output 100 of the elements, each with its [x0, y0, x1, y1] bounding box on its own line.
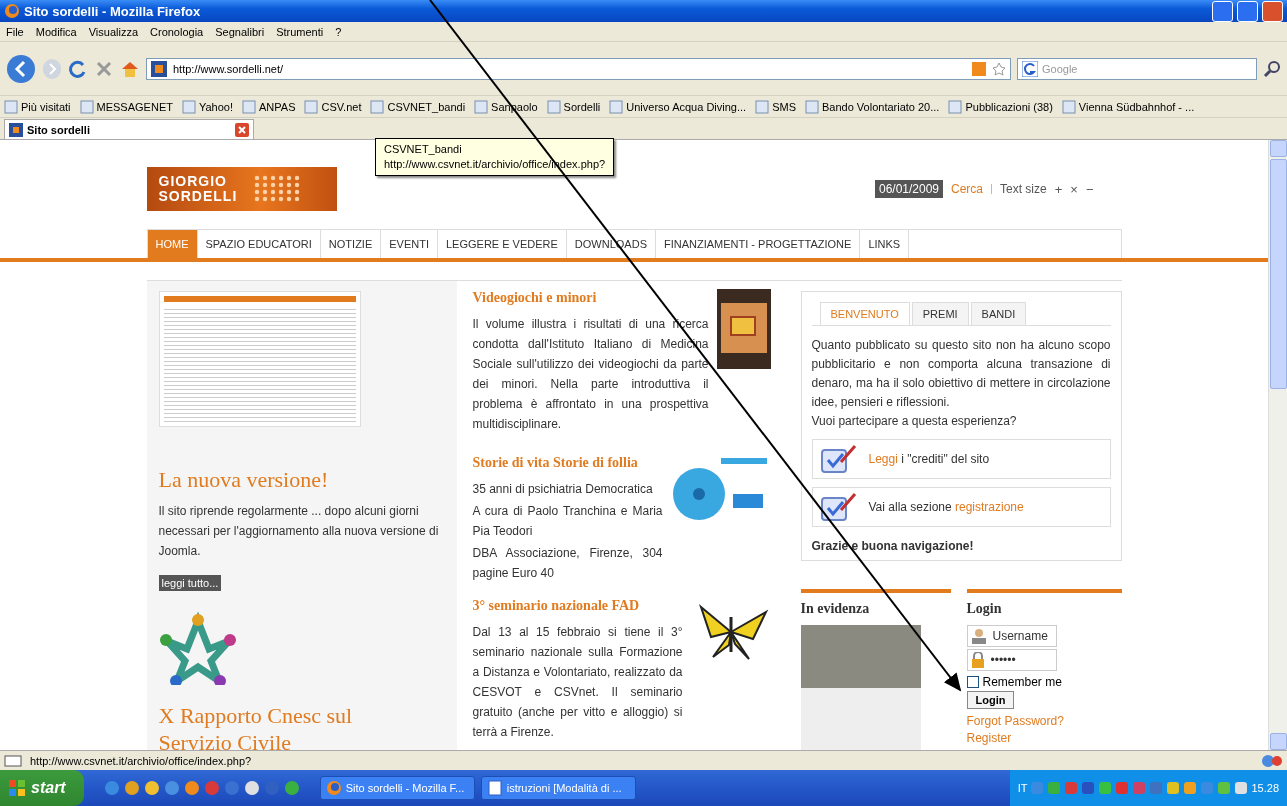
bookmark-icon: [546, 99, 561, 114]
bookmark[interactable]: CSVNET_bandi: [370, 99, 466, 114]
bookmark[interactable]: Più visitati: [4, 99, 71, 114]
menu-item[interactable]: Modifica: [35, 25, 77, 38]
tray-icon[interactable]: [1098, 781, 1113, 795]
taskbar-button[interactable]: istruzioni [Modalità di ...: [480, 776, 636, 800]
article-text: Dal 13 al 15 febbraio si tiene il 3° seminario nazionale sulla Formazione a Distanza e Volontariato, realizzato da CESVOT e CSVnet. Il seminario gratuito (anche per vitto e alloggio) si terrà a Firenze.: [472, 624, 683, 741]
app-icon[interactable]: [243, 780, 260, 796]
browser-tab[interactable]: Sito sordelli: [4, 119, 254, 139]
remember-checkbox[interactable]: [966, 676, 979, 688]
status-page-icon: [4, 754, 22, 767]
article-text: A cura di Paolo Tranchina e Maria Pia Teodori: [472, 503, 663, 540]
site-icon: [9, 122, 23, 137]
text-size-label: Text size: [1000, 182, 1047, 196]
tray-icon[interactable]: [1217, 781, 1232, 795]
clock: 15.28: [1251, 782, 1279, 794]
bookmark[interactable]: Vienna Südbahnhof - ...: [1061, 99, 1195, 114]
menu-item[interactable]: Visualizza: [88, 25, 139, 38]
menu-item[interactable]: ?: [335, 25, 342, 38]
bookmark[interactable]: SMS: [755, 99, 796, 114]
tray-icon[interactable]: [1064, 781, 1079, 795]
site-icon: [151, 60, 167, 77]
bookmark[interactable]: MESSAGENET: [79, 99, 173, 114]
site-logo[interactable]: GIORGIO SORDELLI: [146, 167, 337, 211]
app-icon[interactable]: [143, 780, 160, 796]
app-icon[interactable]: [123, 780, 140, 796]
photo-placeholder[interactable]: [800, 625, 921, 750]
text-size-control[interactable]: +: [1054, 181, 1063, 197]
tray-icon[interactable]: [1132, 781, 1147, 795]
bookmark-icon: [474, 99, 489, 114]
text-size-control[interactable]: ×: [1070, 181, 1078, 197]
search-icon[interactable]: [1263, 59, 1281, 78]
read-more-button[interactable]: leggi tutto...: [158, 575, 222, 591]
taskbar-button[interactable]: Sito sordelli - Mozilla F...: [319, 776, 475, 800]
article-text: DBA Associazione, Firenze, 304 pagine Euro 40: [472, 545, 663, 582]
maximize-button[interactable]: [1237, 0, 1258, 22]
tray-icon[interactable]: [1166, 781, 1181, 795]
bookmark-icon: [79, 99, 94, 114]
panel-text: Quanto pubblicato su questo sito non ha alcuno scopo pubblicitario e non comporta alcuna transazione di denaro, ma ha il solo obiettivo di mettere in circolazione idee, pensieri e riflessioni.: [811, 337, 1111, 411]
start-button[interactable]: start: [0, 770, 84, 806]
menu-item[interactable]: Strumenti: [276, 25, 324, 38]
bookmark-icon: [609, 99, 624, 114]
bookmark-icon: [755, 99, 770, 114]
close-icon[interactable]: [235, 122, 249, 137]
date-label: 06/01/2009: [874, 180, 943, 198]
document-icon: [486, 780, 503, 796]
link-card[interactable]: Vai alla sezione registrazione: [811, 487, 1111, 527]
forward-icon[interactable]: [42, 57, 62, 80]
link-text: Vai alla sezione registrazione: [868, 500, 1024, 514]
panel-tab[interactable]: BANDI: [970, 302, 1027, 325]
star-icon: [992, 61, 1006, 76]
tooltip-title: CSVNET_bandi: [384, 142, 463, 157]
padlock-icon: [970, 652, 985, 668]
bookmark[interactable]: Yahoo!: [181, 99, 233, 114]
bookmark-icon: [370, 99, 385, 114]
panel-tab[interactable]: PREMI: [911, 302, 969, 325]
bookmark-icon: [304, 99, 319, 114]
bookmark[interactable]: Bando Volontariato 20...: [805, 99, 940, 114]
menu-item[interactable]: Segnalibri: [215, 25, 265, 38]
bookmark[interactable]: Universo Acqua Diving...: [609, 99, 747, 114]
app-icon[interactable]: [183, 780, 200, 796]
username-field[interactable]: Username: [966, 625, 1057, 647]
tray-icon[interactable]: [1183, 781, 1198, 795]
bookmark-icon: [948, 99, 963, 114]
tray-icon[interactable]: [1149, 781, 1164, 795]
tray-icon[interactable]: [1081, 781, 1096, 795]
bookmark[interactable]: Sordelli: [546, 99, 601, 114]
tray-icon[interactable]: [1047, 781, 1062, 795]
bookmark[interactable]: ANPAS: [242, 99, 296, 114]
rss-icon: [972, 61, 986, 76]
minimize-button[interactable]: [1212, 0, 1233, 22]
app-icon[interactable]: [283, 780, 300, 796]
tray-icon[interactable]: [1115, 781, 1130, 795]
bookmark-icon: [4, 99, 18, 114]
tray-icon[interactable]: [1234, 781, 1249, 795]
article-text: Il sito riprende regolarmente ... dopo alcuni giorni necessari per l'aggiornamento alla nuova versione di Joomla.: [158, 503, 440, 560]
link-card[interactable]: Leggi i "crediti" del sito: [811, 439, 1111, 479]
login-button[interactable]: Login: [966, 691, 1015, 709]
section-title: In evidenza: [800, 601, 871, 617]
bookmark[interactable]: CSV.net: [304, 99, 362, 114]
bookmark[interactable]: Pubblicazioni (38): [948, 99, 1053, 114]
closing-text: Grazie e buona navigazione!: [811, 539, 975, 553]
checkbox-label: Remember me: [982, 675, 1062, 689]
reload-icon[interactable]: [68, 58, 88, 79]
back-icon[interactable]: [6, 53, 36, 84]
text-size-control[interactable]: −: [1085, 181, 1094, 197]
app-icon[interactable]: [163, 780, 180, 796]
browser-logo-icon: [325, 780, 342, 796]
password-field[interactable]: ••••••: [966, 649, 1057, 671]
window-title: Sito sordelli - Mozilla Firefox: [24, 3, 202, 19]
menu-item[interactable]: Cronologia: [150, 25, 204, 38]
panel-question: Vuoi partecipare a questa esperienza?: [811, 413, 1018, 430]
vertical-scrollbar[interactable]: [1268, 140, 1287, 750]
checklist-pen-icon: [818, 442, 859, 476]
menu-item[interactable]: File: [6, 25, 24, 38]
people-star-logo-icon: [158, 611, 237, 685]
article-text: 35 anni di psichiatria Democratica: [472, 481, 654, 498]
close-button[interactable]: [1262, 0, 1283, 22]
bookmark-icon: [1061, 99, 1076, 114]
address-field[interactable]: http://www.sordelli.net/: [146, 57, 1011, 80]
